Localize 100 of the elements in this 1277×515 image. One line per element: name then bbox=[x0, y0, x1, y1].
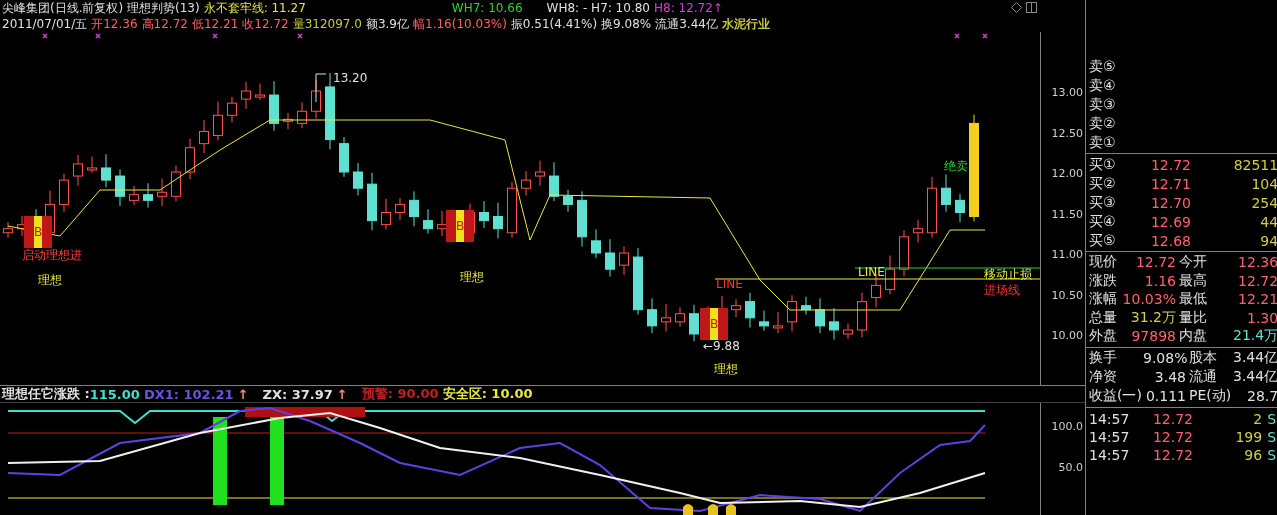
axis-label: 12.00 bbox=[1051, 166, 1083, 180]
candlestick bbox=[661, 303, 671, 333]
candlestick bbox=[507, 181, 517, 239]
header-text: WH7: 10.66 bbox=[451, 1, 523, 15]
stat-value: 97898 bbox=[1130, 328, 1177, 345]
header-text: 永不套牢线: 11.27 bbox=[203, 0, 306, 17]
candlestick bbox=[605, 238, 615, 277]
candlestick bbox=[633, 247, 643, 316]
ask-label: 卖④ bbox=[1089, 76, 1117, 95]
candlestick bbox=[101, 153, 111, 188]
ask-label: 卖① bbox=[1089, 133, 1117, 152]
candlestick bbox=[339, 136, 349, 178]
quote-text: 水泥行业 bbox=[721, 15, 770, 33]
candlestick bbox=[955, 193, 965, 223]
stat-label: 今开 bbox=[1179, 253, 1208, 272]
line-label: LINE bbox=[858, 265, 885, 279]
axis-label: 13.00 bbox=[1051, 85, 1083, 99]
candlestick bbox=[787, 294, 797, 333]
stat-label: 流通 bbox=[1189, 368, 1218, 386]
signal-icon bbox=[726, 504, 736, 515]
bid-label: 买④ bbox=[1089, 212, 1117, 231]
candlestick bbox=[675, 306, 685, 328]
axis-label: 100.0 bbox=[1051, 419, 1083, 433]
ask-label: 卖⑤ bbox=[1089, 57, 1117, 76]
quote-text: 2011/07/01/五 bbox=[2, 15, 88, 33]
quote-text: 开12.36 bbox=[91, 15, 138, 33]
indicator-text: 115.00 bbox=[89, 386, 140, 402]
cross-marker-icon bbox=[95, 33, 101, 39]
candlestick bbox=[241, 81, 251, 110]
bid-price: 12.70 bbox=[1149, 194, 1191, 211]
line-label: 移动止损 bbox=[984, 267, 1032, 281]
candlestick bbox=[143, 182, 153, 209]
trade-volume: 199 bbox=[1234, 428, 1263, 445]
stat-value: 1.30 bbox=[1246, 309, 1277, 326]
price-label: 13.20 bbox=[333, 71, 368, 85]
stat-value: 12.72 bbox=[1237, 272, 1277, 289]
stat-label: PE(动) bbox=[1189, 387, 1233, 405]
indicator-text: ↑ bbox=[237, 386, 249, 402]
stat-value: 12.21 bbox=[1237, 291, 1277, 308]
axis-label: 11.50 bbox=[1051, 207, 1083, 220]
stat-value: 12.36 bbox=[1237, 254, 1277, 271]
candlestick bbox=[591, 229, 601, 259]
quote-text: 高12.72 bbox=[141, 15, 188, 33]
line-label: LINE bbox=[716, 277, 743, 291]
bid-volume: 82511 bbox=[1232, 156, 1277, 173]
candlestick bbox=[745, 292, 755, 328]
signal-label: 理想 bbox=[38, 273, 62, 287]
header-text: H8: 12.72↑ bbox=[654, 1, 723, 15]
bid-price: 12.72 bbox=[1149, 156, 1191, 173]
split-panel-icon[interactable] bbox=[1026, 2, 1037, 13]
bid-volume: 44 bbox=[1259, 213, 1277, 230]
candlestick bbox=[549, 161, 559, 202]
candlestick bbox=[157, 178, 167, 207]
trade-price: 12.72 bbox=[1151, 428, 1193, 445]
stat-label: 现价 bbox=[1089, 253, 1118, 272]
quote-text: 流通3.44亿 bbox=[655, 15, 718, 33]
diamond-icon[interactable] bbox=[1011, 2, 1022, 13]
buy-signal-marker: B bbox=[700, 308, 728, 340]
candlestick bbox=[577, 190, 587, 247]
candlestick bbox=[885, 254, 895, 295]
stat-label: 股本 bbox=[1189, 349, 1218, 367]
bid-label: 买⑤ bbox=[1089, 231, 1117, 250]
indicator-text: ↑ bbox=[336, 386, 348, 402]
stat-label: 净资 bbox=[1089, 368, 1118, 386]
buy-signal-marker: B bbox=[24, 216, 52, 248]
stat-label: 量比 bbox=[1179, 308, 1208, 327]
axis-label: 10.50 bbox=[1051, 288, 1083, 301]
bid-label: 买① bbox=[1089, 155, 1117, 174]
candlestick bbox=[171, 165, 181, 202]
quote-text: 额3.9亿 bbox=[365, 15, 409, 33]
cross-marker-icon bbox=[297, 33, 303, 39]
trade-price: 12.72 bbox=[1151, 446, 1193, 463]
candlestick bbox=[395, 197, 405, 221]
stat-label: 涨跌 bbox=[1089, 271, 1118, 290]
candlestick bbox=[129, 185, 139, 206]
bid-price: 12.71 bbox=[1149, 175, 1191, 192]
cross-marker-icon bbox=[982, 33, 988, 39]
quote-text: 幅1.16(10.03%) bbox=[413, 15, 507, 33]
stat-label: 最高 bbox=[1179, 271, 1208, 290]
stat-value: 0.111 bbox=[1144, 388, 1187, 404]
candlestick bbox=[773, 311, 783, 334]
bid-price: 12.69 bbox=[1149, 213, 1191, 230]
indicator-text: 理想任它涨跌 : bbox=[2, 385, 90, 403]
candlestick bbox=[801, 296, 811, 316]
peak-marker-icon bbox=[315, 73, 327, 103]
candlestick bbox=[87, 156, 97, 174]
ask-label: 卖③ bbox=[1089, 95, 1117, 114]
stat-value: 12.72 bbox=[1134, 254, 1177, 271]
candlestick bbox=[535, 160, 545, 187]
quote-text: 换9.08% bbox=[601, 15, 652, 33]
signal-icon bbox=[708, 504, 718, 515]
axis-label: 11.00 bbox=[1051, 247, 1083, 261]
signal-label: 启动理想进 bbox=[22, 248, 82, 262]
candlestick bbox=[227, 96, 237, 124]
stat-value: 31.2万 bbox=[1129, 308, 1177, 327]
candlestick bbox=[381, 198, 391, 230]
candlestick bbox=[423, 208, 433, 235]
candlestick bbox=[731, 298, 741, 318]
header-text: 尖峰集团(日线.前复权) 理想判势(13) bbox=[2, 0, 200, 17]
stat-value: 3.48 bbox=[1153, 369, 1187, 385]
